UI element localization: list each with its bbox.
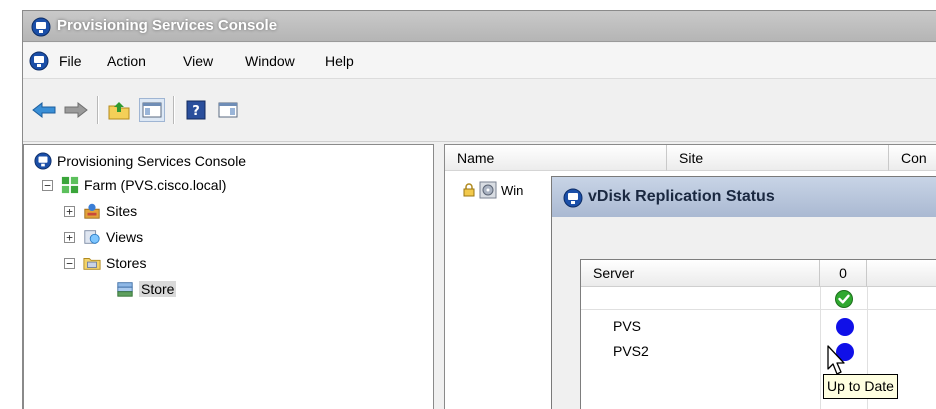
tree-label: Farm (PVS.cisco.local): [84, 177, 227, 193]
column-header-name[interactable]: Name: [445, 145, 667, 171]
collapse-toggle[interactable]: −: [42, 179, 53, 191]
stores-folder-icon: [83, 258, 101, 270]
sites-icon: [84, 203, 100, 219]
console-app-icon: [31, 17, 51, 37]
column-header-empty: [867, 260, 936, 287]
collapse-toggle[interactable]: −: [64, 257, 75, 269]
forward-button[interactable]: [63, 98, 89, 122]
menu-action[interactable]: Action: [107, 53, 146, 69]
console-app-icon: [563, 188, 583, 208]
column-header-0[interactable]: 0: [820, 260, 867, 287]
grid-divider: [581, 309, 936, 310]
tree-label: Stores: [106, 255, 147, 271]
up-one-level-button[interactable]: [106, 98, 132, 122]
grid-divider: [820, 287, 821, 409]
column-header-con[interactable]: Con: [889, 145, 936, 171]
menu-help[interactable]: Help: [325, 53, 354, 69]
window-titlebar[interactable]: Provisioning Services Console: [23, 11, 936, 42]
forward-arrow-icon: [64, 102, 88, 118]
help-button[interactable]: ?: [183, 98, 209, 122]
server-name: PVS: [613, 318, 642, 334]
svg-text:?: ?: [192, 104, 200, 119]
tree-item-console-root[interactable]: Provisioning Services Console: [34, 151, 246, 171]
ok-check-icon: [835, 290, 853, 308]
back-arrow-icon: [32, 102, 56, 118]
lock-icon: [463, 183, 475, 197]
console-root-icon: [34, 152, 52, 170]
dialog-titlebar[interactable]: vDisk Replication Status: [552, 177, 936, 217]
show-hide-tree-icon: [142, 102, 162, 118]
tree-label: Views: [106, 229, 144, 245]
help-icon: ?: [186, 100, 206, 120]
vdisk-icon: [479, 181, 497, 199]
toolbar-separator: [97, 96, 98, 124]
expand-toggle[interactable]: +: [64, 205, 75, 217]
up-folder-icon: [108, 102, 130, 120]
column-header-server[interactable]: Server: [581, 260, 820, 287]
dialog-title: vDisk Replication Status: [588, 188, 775, 205]
tree-label: Store: [139, 281, 177, 297]
menu-window[interactable]: Window: [245, 53, 295, 69]
toolbar-separator: [173, 96, 174, 124]
tree-item-sites[interactable]: + Sites: [64, 201, 137, 221]
menu-bar: File Action View Window Help: [23, 43, 936, 79]
tree-item-views[interactable]: + Views: [64, 227, 143, 247]
views-icon: [84, 230, 100, 244]
server-name: PVS2: [613, 343, 649, 359]
status-tooltip: Up to Date: [823, 374, 898, 399]
menu-view[interactable]: View: [183, 53, 213, 69]
action-pane-icon: [218, 102, 238, 118]
action-pane-button[interactable]: [215, 98, 241, 122]
tree-label: Sites: [106, 203, 138, 219]
show-hide-tree-button[interactable]: [139, 98, 165, 122]
menu-file[interactable]: File: [59, 53, 82, 69]
expand-toggle[interactable]: +: [64, 231, 75, 243]
tree-item-store[interactable]: Store: [116, 279, 177, 299]
window-title: Provisioning Services Console: [57, 17, 278, 34]
console-menu-icon[interactable]: [29, 51, 49, 71]
tree-item-stores[interactable]: − Stores: [64, 253, 146, 273]
vdisk-name: Win: [501, 182, 524, 198]
tree-label: Provisioning Services Console: [57, 153, 247, 169]
mouse-pointer-icon: [827, 345, 845, 375]
list-item[interactable]: Win: [463, 181, 523, 199]
up-to-date-status-dot[interactable]: [836, 318, 854, 336]
back-button[interactable]: [31, 98, 57, 122]
farm-icon: [61, 176, 79, 194]
store-icon: [117, 282, 133, 297]
toolbar: ?: [23, 80, 936, 142]
console-tree-pane[interactable]: Provisioning Services Console − Farm (PV…: [23, 144, 434, 409]
tree-item-farm[interactable]: − Farm (PVS.cisco.local): [42, 175, 226, 195]
column-header-site[interactable]: Site: [667, 145, 889, 171]
